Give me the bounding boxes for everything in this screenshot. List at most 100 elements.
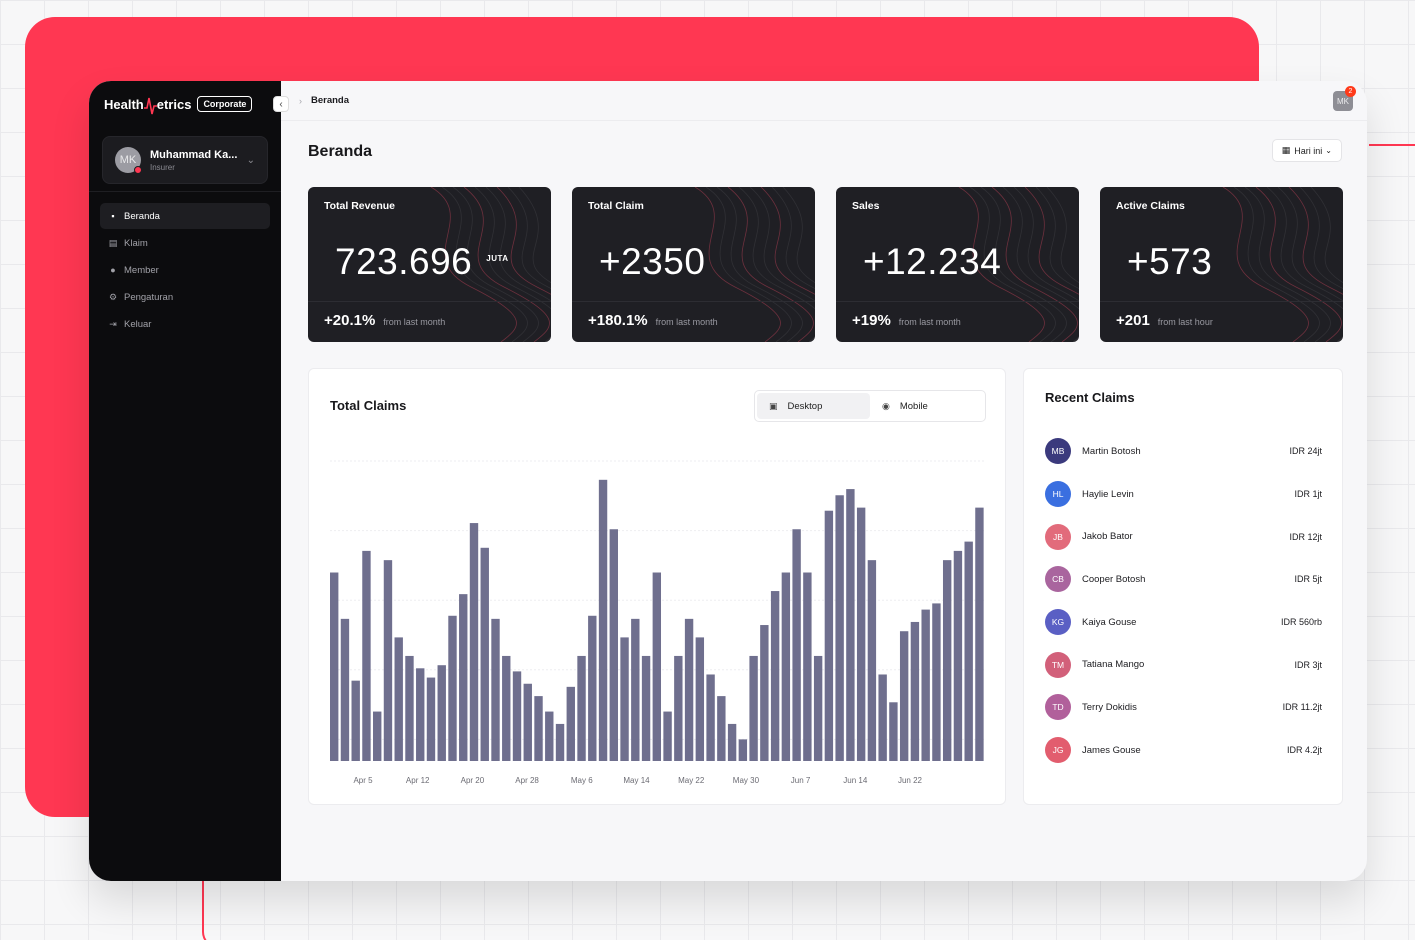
list-item[interactable]: CB Cooper Botosh IDR 5jt bbox=[1045, 558, 1322, 601]
stat-value: +2350 bbox=[599, 241, 706, 282]
user-switcher[interactable]: MK Muhammad Ka... Insurer ⌄ bbox=[102, 136, 268, 184]
list-item[interactable]: TD Terry Dokidis IDR 11.2jt bbox=[1045, 686, 1322, 729]
list-item[interactable]: JB Jakob Bator IDR 12jt bbox=[1045, 515, 1322, 558]
chart-bar[interactable] bbox=[663, 711, 672, 761]
chart-bar[interactable] bbox=[534, 696, 543, 761]
chart-bar[interactable] bbox=[910, 621, 920, 761]
chart-bar[interactable] bbox=[566, 686, 575, 761]
stat-card[interactable]: Total Revenue 723.696 JUTA +20.1% from last … bbox=[308, 187, 551, 342]
chart-bar[interactable] bbox=[437, 665, 446, 761]
stat-card[interactable]: Total Claim +2350 +180.1% from last month bbox=[572, 187, 815, 342]
sidebar-item-pengaturan[interactable]: ⚙ Pengaturan bbox=[100, 284, 270, 310]
user-icon: ● bbox=[110, 265, 116, 275]
chart-bar[interactable] bbox=[738, 739, 748, 761]
desktop-toggle-button[interactable]: ▣ Desktop bbox=[757, 393, 870, 419]
chart-bar[interactable] bbox=[964, 541, 973, 761]
sidebar-item-klaim[interactable]: ▤ Klaim bbox=[100, 230, 270, 256]
sidebar-item-keluar[interactable]: ⇥ Keluar bbox=[100, 311, 270, 337]
chart-bar[interactable] bbox=[588, 615, 597, 761]
divider bbox=[89, 191, 281, 192]
chart-bar[interactable] bbox=[448, 615, 457, 761]
chart-bar[interactable] bbox=[416, 668, 425, 761]
list-item[interactable]: MB Martin Botosh IDR 24jt bbox=[1045, 430, 1322, 473]
chart-bar[interactable] bbox=[405, 655, 414, 761]
list-item[interactable]: JG James Gouse IDR 4.2jt bbox=[1045, 729, 1322, 772]
date-filter-button[interactable]: ▦ Hari ini ⌄ bbox=[1271, 139, 1342, 162]
chart-bar[interactable] bbox=[577, 655, 586, 761]
chart-bar[interactable] bbox=[491, 618, 500, 761]
chart-bar[interactable] bbox=[953, 550, 963, 761]
chart-bar[interactable] bbox=[867, 560, 877, 761]
chart-bar[interactable] bbox=[770, 591, 780, 761]
chart-bar[interactable] bbox=[609, 529, 618, 761]
chart-bar[interactable] bbox=[652, 572, 662, 761]
mobile-label: Mobile bbox=[899, 400, 928, 412]
brand-logo[interactable]: Health etrics bbox=[104, 94, 191, 115]
chart-bar[interactable] bbox=[555, 723, 565, 761]
chart-bar[interactable] bbox=[749, 655, 758, 761]
chart-bar[interactable] bbox=[846, 489, 855, 761]
chart-bar[interactable] bbox=[813, 655, 823, 761]
chart-bar[interactable] bbox=[684, 618, 694, 761]
chart-bar[interactable] bbox=[545, 711, 554, 761]
sidebar-item-beranda[interactable]: ▪ Beranda bbox=[100, 203, 270, 229]
chart-bar[interactable] bbox=[889, 702, 898, 761]
chart-bar[interactable] bbox=[512, 671, 522, 761]
chart-bar[interactable] bbox=[383, 560, 393, 761]
chart-bar[interactable] bbox=[598, 479, 608, 761]
chart-bar[interactable] bbox=[835, 495, 844, 761]
chart-bar[interactable] bbox=[340, 618, 350, 761]
list-item[interactable]: TM Tatiana Mango IDR 3jt bbox=[1045, 643, 1322, 686]
chart-bar[interactable] bbox=[631, 618, 640, 761]
chart-bar[interactable] bbox=[695, 637, 705, 761]
chart-bar[interactable] bbox=[792, 529, 801, 761]
chart-bar[interactable] bbox=[878, 674, 887, 761]
chart-bar[interactable] bbox=[727, 723, 737, 761]
chart-bar[interactable] bbox=[781, 572, 791, 761]
chart-bar[interactable] bbox=[523, 683, 532, 761]
collapse-sidebar-button[interactable]: ‹ bbox=[273, 96, 289, 112]
chart-bar[interactable] bbox=[459, 594, 468, 761]
chart-bar[interactable] bbox=[674, 655, 683, 761]
chart-bar[interactable] bbox=[824, 510, 834, 761]
chart-bar[interactable] bbox=[373, 711, 382, 761]
chart-bar[interactable] bbox=[975, 507, 984, 761]
stat-value: 723.696 bbox=[335, 241, 473, 282]
desktop-label: Desktop bbox=[787, 400, 823, 412]
chart-bar[interactable] bbox=[620, 637, 629, 761]
chart-bar[interactable] bbox=[480, 547, 489, 761]
chart-bar[interactable] bbox=[899, 631, 909, 761]
chart-bar[interactable] bbox=[330, 572, 339, 761]
chart-bar[interactable] bbox=[717, 696, 726, 761]
account-avatar[interactable]: MK 2 bbox=[1333, 86, 1356, 111]
chart-bar[interactable] bbox=[502, 655, 511, 761]
x-tick-label: May 6 bbox=[571, 776, 593, 785]
stat-card[interactable]: Active Claims +573 +201 from last hour bbox=[1100, 187, 1343, 342]
stat-card[interactable]: Sales +12.234 +19% from last month bbox=[836, 187, 1079, 342]
chart-bar[interactable] bbox=[921, 609, 930, 761]
avatar: MK bbox=[115, 147, 142, 174]
sidebar-item-member[interactable]: ● Member bbox=[100, 257, 270, 283]
chart-bar[interactable] bbox=[394, 637, 403, 761]
chart-bar[interactable] bbox=[362, 550, 371, 761]
sidebar-item-label: Beranda bbox=[124, 210, 160, 222]
chart-bar[interactable] bbox=[469, 523, 479, 761]
stat-label: Active Claims bbox=[1116, 200, 1185, 212]
chart-bar[interactable] bbox=[351, 680, 360, 761]
chart-bar[interactable] bbox=[942, 560, 952, 761]
breadcrumb[interactable]: Beranda bbox=[311, 95, 349, 106]
device-toggle: ▣ Desktop ◉ Mobile bbox=[754, 390, 986, 422]
chart-bar[interactable] bbox=[641, 655, 651, 761]
mobile-toggle-button[interactable]: ◉ Mobile bbox=[870, 393, 983, 419]
chart-bar[interactable] bbox=[706, 674, 715, 761]
stat-footer: +180.1% from last month bbox=[588, 312, 718, 329]
chart-bar[interactable] bbox=[856, 507, 866, 761]
stat-change: +20.1% bbox=[324, 312, 376, 329]
list-item[interactable]: HL Haylie Levin IDR 1jt bbox=[1045, 473, 1322, 516]
chart-bar[interactable] bbox=[932, 603, 941, 761]
chevron-down-icon: ⌄ bbox=[1325, 146, 1332, 155]
chart-bar[interactable] bbox=[760, 625, 769, 761]
chart-bar[interactable] bbox=[426, 677, 436, 761]
list-item[interactable]: KG Kaiya Gouse IDR 560rb bbox=[1045, 601, 1322, 644]
chart-bar[interactable] bbox=[803, 572, 812, 761]
